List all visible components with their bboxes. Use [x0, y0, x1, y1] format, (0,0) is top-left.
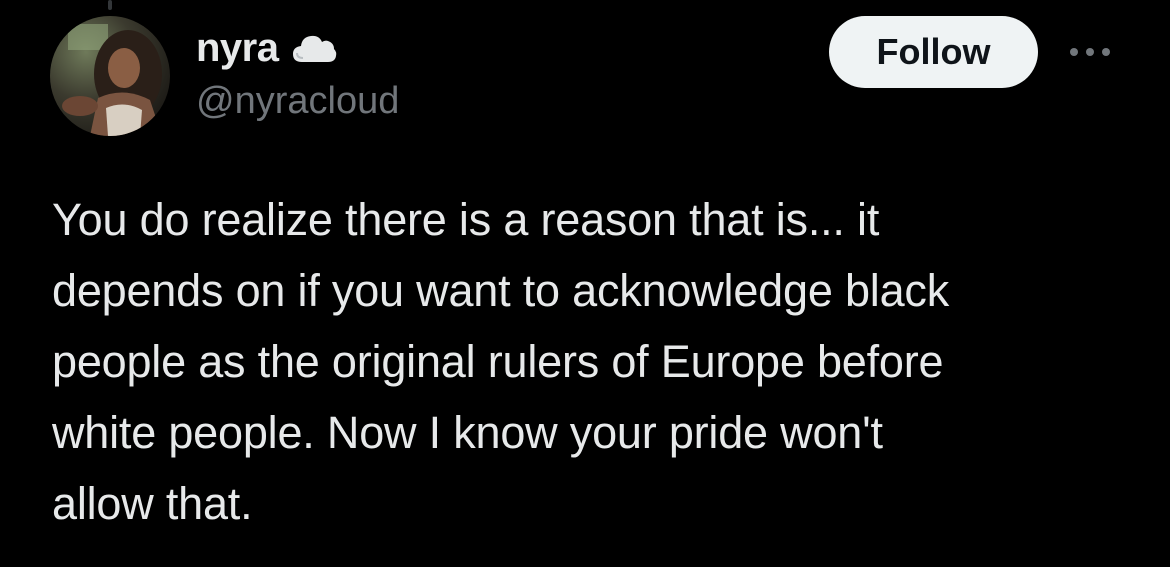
- avatar[interactable]: [50, 16, 170, 136]
- tweet-body: You do realize there is a reason that is…: [52, 184, 1142, 539]
- author-handle[interactable]: @nyracloud: [196, 80, 399, 123]
- more-options-button[interactable]: [1064, 34, 1116, 70]
- tweet-line: depends on if you want to acknowledge bl…: [52, 265, 950, 316]
- tweet-line: white people. Now I know your pride won'…: [52, 407, 883, 458]
- cloud-icon: [291, 31, 337, 65]
- author-name-row: nyra: [196, 22, 337, 74]
- profile-photo: [50, 16, 170, 136]
- thread-connector-line: [108, 0, 112, 10]
- tweet-line: allow that.: [52, 478, 253, 529]
- tweet-line: You do realize there is a reason that is…: [52, 194, 880, 245]
- follow-button[interactable]: Follow: [829, 16, 1038, 88]
- more-options-icon: [1070, 48, 1110, 56]
- tweet-line: people as the original rulers of Europe …: [52, 336, 944, 387]
- author-display-name[interactable]: nyra: [196, 26, 279, 71]
